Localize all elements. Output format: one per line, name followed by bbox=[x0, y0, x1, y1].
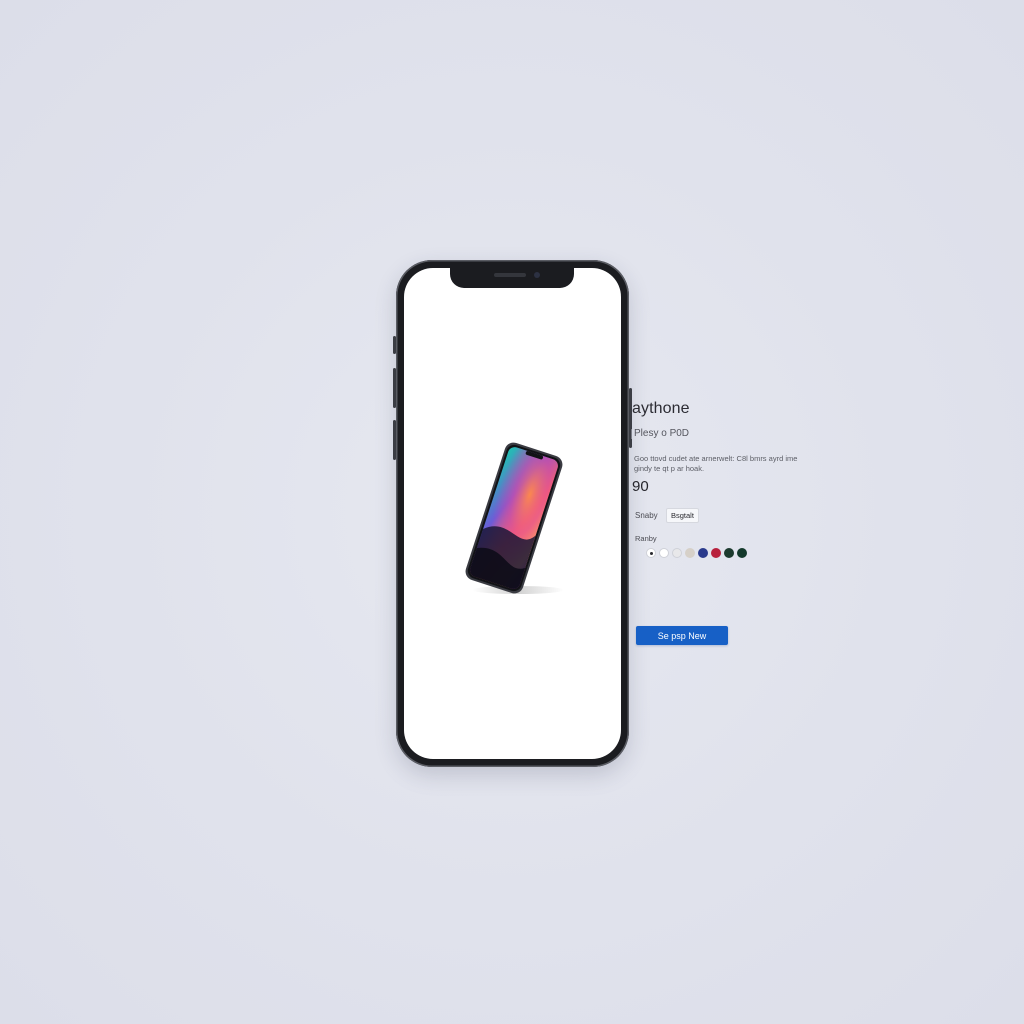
phone-volume-down-button bbox=[393, 420, 396, 460]
product-name: aythone bbox=[632, 400, 690, 417]
storage-label: Snaby bbox=[635, 511, 658, 520]
color-swatch-red[interactable] bbox=[711, 548, 721, 558]
storage-option[interactable]: Bsgtalt bbox=[666, 508, 699, 523]
phone-screen bbox=[404, 268, 621, 759]
swatch-selected-indicator bbox=[650, 552, 653, 555]
product-details-panel: aythone Plesy o P0D Goo ttovd cudet ate … bbox=[626, 396, 816, 656]
product-description: Goo ttovd cudet ate arnerwelt: C8l bmrs … bbox=[634, 454, 798, 473]
color-swatch-blue[interactable] bbox=[698, 548, 708, 558]
phone-mockup bbox=[393, 260, 632, 767]
buy-now-button[interactable]: Se psp New bbox=[636, 626, 728, 645]
phone-volume-up-button bbox=[393, 368, 396, 408]
color-swatch-white[interactable] bbox=[659, 548, 669, 558]
color-swatch-list bbox=[646, 548, 747, 558]
color-swatch-silver[interactable] bbox=[672, 548, 682, 558]
color-swatch-dark-green[interactable] bbox=[724, 548, 734, 558]
product-model: Plesy o P0D bbox=[630, 428, 690, 439]
front-camera-icon bbox=[534, 272, 540, 278]
phone-notch bbox=[450, 268, 574, 288]
color-swatch-green[interactable] bbox=[737, 548, 747, 558]
phone-silent-switch bbox=[393, 336, 396, 354]
color-swatch-white-selected[interactable] bbox=[646, 548, 656, 558]
product-price: 90 bbox=[632, 478, 649, 495]
color-label: Ranby bbox=[635, 534, 657, 543]
color-swatch-beige[interactable] bbox=[685, 548, 695, 558]
phone-speaker bbox=[494, 273, 526, 277]
product-image bbox=[465, 442, 564, 594]
